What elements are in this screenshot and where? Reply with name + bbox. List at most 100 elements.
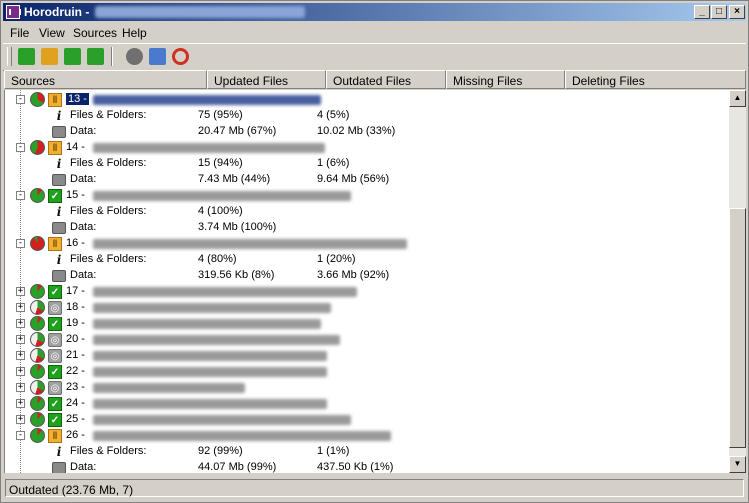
- redacted-source-path: [93, 287, 357, 297]
- source-number: 20 -: [66, 333, 85, 345]
- source-row[interactable]: + ✓ 24 -: [5, 396, 730, 412]
- status-text: Outdated (23.76 Mb, 7): [5, 479, 744, 497]
- detail-row[interactable]: i Files & Folders: 75 (95%) 4 (5%): [5, 108, 730, 124]
- redacted-source-path: [93, 399, 327, 409]
- pending-icon: ‖: [48, 141, 62, 155]
- column-sources[interactable]: Sources: [4, 70, 207, 89]
- column-updated-files[interactable]: Updated Files: [207, 70, 326, 89]
- vertical-scrollbar[interactable]: ▲ ▼: [729, 90, 746, 473]
- sync-pie-icon: [30, 332, 45, 347]
- sync-icon[interactable]: [172, 48, 189, 65]
- source-row[interactable]: + ✓ 25 -: [5, 412, 730, 428]
- collapse-icon[interactable]: -: [16, 431, 25, 440]
- add-source-icon[interactable]: [18, 48, 35, 65]
- source-row[interactable]: - ‖ 16 -: [5, 236, 730, 252]
- detail-row[interactable]: i Files & Folders: 4 (80%) 1 (20%): [5, 252, 730, 268]
- source-row[interactable]: - ‖ 13 -: [5, 92, 730, 108]
- menu-view[interactable]: View: [39, 26, 65, 40]
- source-row[interactable]: - ✓ 15 -: [5, 188, 730, 204]
- data-icon: [52, 174, 66, 186]
- detail-row[interactable]: i Files & Folders: 15 (94%) 1 (6%): [5, 156, 730, 172]
- scroll-thumb[interactable]: [729, 208, 746, 448]
- redacted-source-path: [93, 431, 391, 441]
- check-icon: ✓: [48, 317, 62, 331]
- info-icon: i: [56, 109, 62, 123]
- maximize-button[interactable]: □: [711, 5, 727, 19]
- collapse-icon[interactable]: -: [16, 95, 25, 104]
- minimize-button[interactable]: _: [694, 5, 710, 19]
- detail-row[interactable]: Data: 3.74 Mb (100%): [5, 220, 730, 236]
- title-bar[interactable]: Horodruin - _ □ ×: [3, 3, 746, 21]
- expand-icon[interactable]: +: [16, 399, 25, 408]
- expand-icon[interactable]: +: [16, 383, 25, 392]
- source-row[interactable]: + ◎ 18 -: [5, 300, 730, 316]
- source-row[interactable]: + ✓ 17 -: [5, 284, 730, 300]
- detail-label: Data:: [70, 173, 97, 185]
- detail-row[interactable]: Data: 7.43 Mb (44%) 9.64 Mb (56%): [5, 172, 730, 188]
- scan-icon[interactable]: [126, 48, 143, 65]
- source-number: 14 -: [66, 141, 85, 153]
- expand-icon[interactable]: +: [16, 335, 25, 344]
- move-down-icon[interactable]: [87, 48, 104, 65]
- source-row[interactable]: + ✓ 19 -: [5, 316, 730, 332]
- updated-value: 319.56 Kb (8%): [198, 269, 275, 281]
- detail-row[interactable]: Data: 319.56 Kb (8%) 3.66 Mb (92%): [5, 268, 730, 284]
- idle-icon: ◎: [48, 333, 62, 347]
- redacted-title-path: [95, 6, 305, 18]
- open-folder-icon[interactable]: [41, 48, 58, 65]
- redacted-source-path: [93, 95, 321, 105]
- collapse-icon[interactable]: -: [16, 143, 25, 152]
- sync-pie-icon: [30, 92, 45, 107]
- source-number: 21 -: [66, 349, 85, 361]
- source-row[interactable]: + ◎ 21 -: [5, 348, 730, 364]
- source-number: 23 -: [66, 381, 85, 393]
- detail-label: Files & Folders:: [70, 253, 147, 265]
- check-icon: ✓: [48, 285, 62, 299]
- sync-pie-icon: [30, 188, 45, 203]
- sync-pie-icon: [30, 300, 45, 315]
- detail-row[interactable]: i Files & Folders: 4 (100%): [5, 204, 730, 220]
- outdated-value: 437.50 Kb (1%): [317, 461, 394, 473]
- expand-icon[interactable]: +: [16, 415, 25, 424]
- check-icon: ✓: [48, 189, 62, 203]
- pending-icon: ‖: [48, 429, 62, 443]
- redacted-source-path: [93, 319, 321, 329]
- expand-icon[interactable]: +: [16, 319, 25, 328]
- source-row[interactable]: + ◎ 23 -: [5, 380, 730, 396]
- preview-icon[interactable]: [149, 48, 166, 65]
- detail-row[interactable]: Data: 20.47 Mb (67%) 10.02 Mb (33%): [5, 124, 730, 140]
- column-deleting-files[interactable]: Deleting Files: [565, 70, 746, 89]
- column-outdated-files[interactable]: Outdated Files: [326, 70, 446, 89]
- source-row[interactable]: + ◎ 20 -: [5, 332, 730, 348]
- collapse-icon[interactable]: -: [16, 191, 25, 200]
- collapse-icon[interactable]: -: [16, 239, 25, 248]
- scroll-up-button[interactable]: ▲: [729, 90, 746, 107]
- menu-help[interactable]: Help: [122, 26, 147, 40]
- check-icon: ✓: [48, 365, 62, 379]
- column-header: Sources Updated Files Outdated Files Mis…: [4, 70, 746, 90]
- sources-tree[interactable]: - ‖ 13 - i Files & Folders: 75 (95%) 4 (5%) Dat…: [4, 90, 730, 473]
- detail-row[interactable]: Data: 44.07 Mb (99%) 437.50 Kb (1%): [5, 460, 730, 473]
- source-row[interactable]: - ‖ 14 -: [5, 140, 730, 156]
- source-row[interactable]: - ‖ 26 -: [5, 428, 730, 444]
- sync-pie-icon: [30, 236, 45, 251]
- expand-icon[interactable]: +: [16, 351, 25, 360]
- toolbar-grip[interactable]: [7, 47, 12, 66]
- data-icon: [52, 462, 66, 473]
- outdated-value: 4 (5%): [317, 109, 350, 121]
- close-button[interactable]: ×: [729, 5, 745, 19]
- info-icon: i: [56, 157, 62, 171]
- scroll-down-button[interactable]: ▼: [729, 456, 746, 473]
- move-up-icon[interactable]: [64, 48, 81, 65]
- expand-icon[interactable]: +: [16, 367, 25, 376]
- source-number: 26 -: [66, 429, 85, 441]
- menu-file[interactable]: File: [10, 26, 29, 40]
- column-missing-files[interactable]: Missing Files: [446, 70, 565, 89]
- sync-pie-icon: [30, 364, 45, 379]
- expand-icon[interactable]: +: [16, 287, 25, 296]
- data-icon: [52, 222, 66, 234]
- expand-icon[interactable]: +: [16, 303, 25, 312]
- menu-sources[interactable]: Sources: [73, 26, 117, 40]
- source-row[interactable]: + ✓ 22 -: [5, 364, 730, 380]
- detail-row[interactable]: i Files & Folders: 92 (99%) 1 (1%): [5, 444, 730, 460]
